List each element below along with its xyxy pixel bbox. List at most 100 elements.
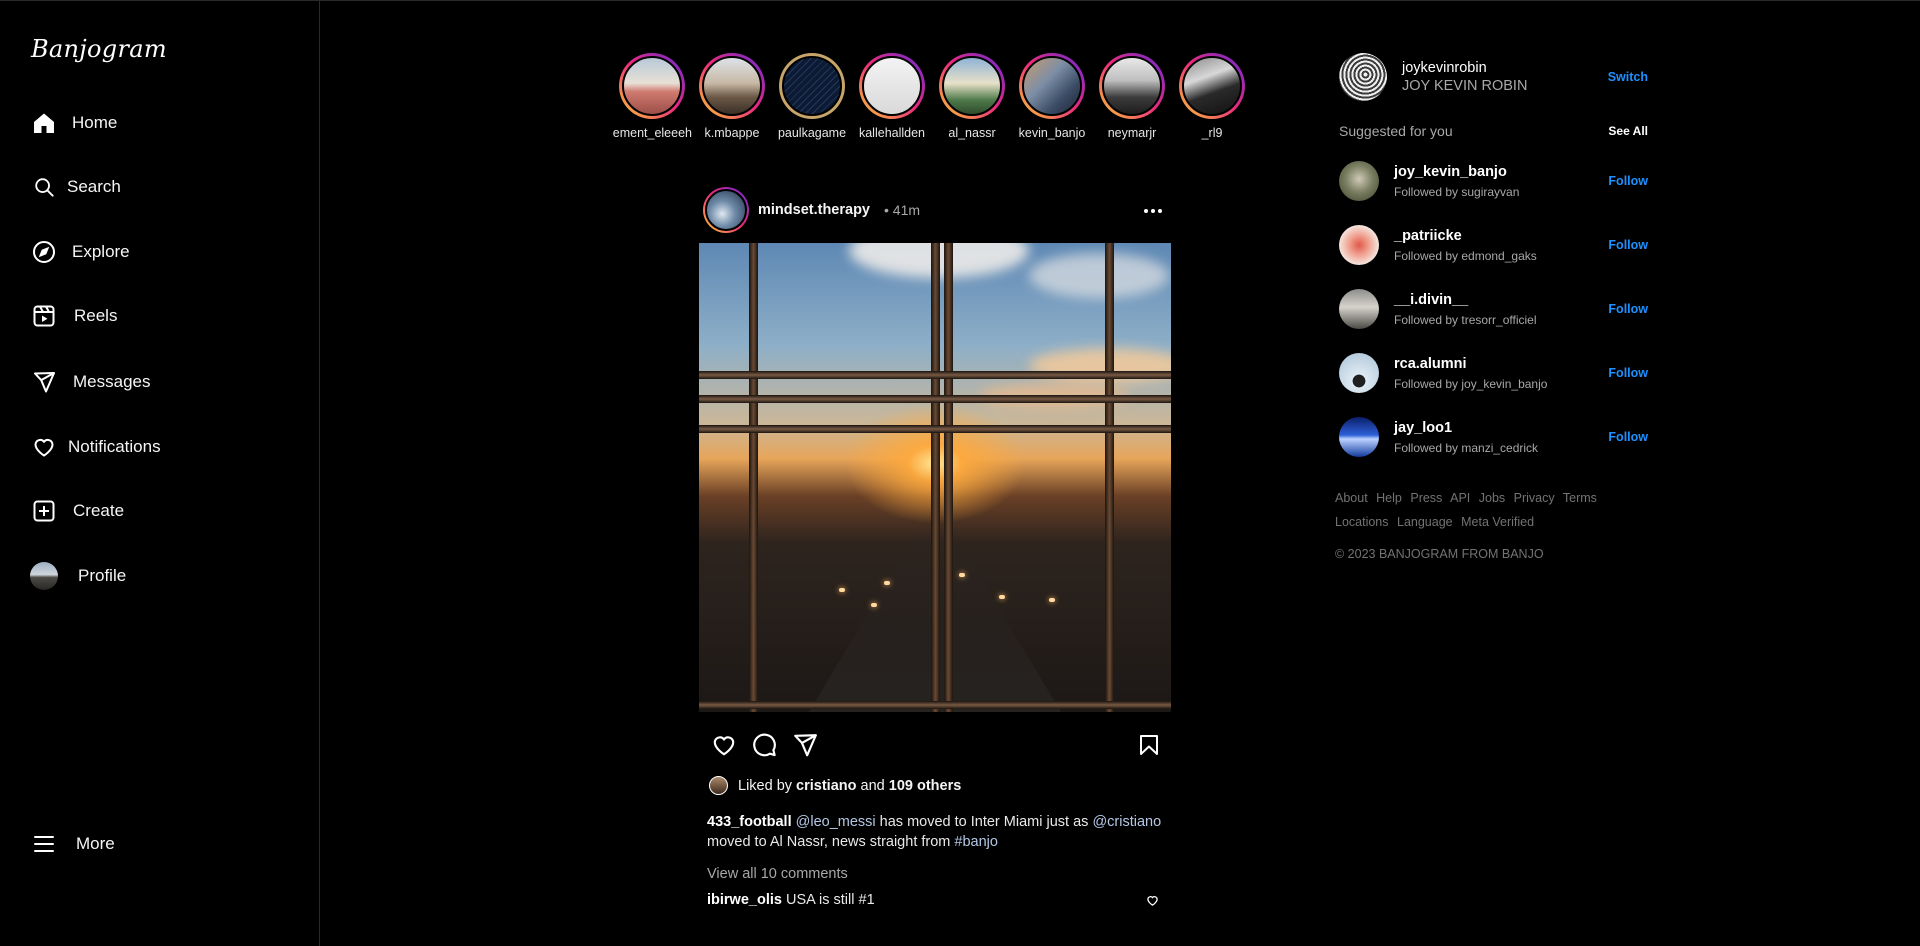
- nav-search[interactable]: Search: [30, 167, 121, 207]
- nav-create[interactable]: Create: [30, 491, 124, 531]
- story-item[interactable]: kallehallden: [852, 53, 932, 140]
- nav-reels[interactable]: Reels: [30, 296, 117, 336]
- nav-messages[interactable]: Messages: [30, 362, 150, 402]
- likes-summary[interactable]: Liked by cristiano and 109 others: [709, 776, 1171, 795]
- follow-button[interactable]: Follow: [1608, 238, 1648, 252]
- brand-logo[interactable]: Banjogram: [31, 35, 167, 63]
- switch-account-button[interactable]: Switch: [1608, 70, 1648, 84]
- nav-profile[interactable]: Profile: [30, 556, 126, 596]
- footer-links: About Help Press API Jobs Privacy Terms …: [1335, 486, 1645, 534]
- story-username: element_eleeeh: [612, 126, 692, 140]
- story-username: kevin_banjo: [1018, 126, 1086, 140]
- suggestion-username[interactable]: __i.divin__: [1394, 292, 1537, 308]
- footer-link[interactable]: Jobs: [1479, 491, 1505, 505]
- nav-explore[interactable]: Explore: [30, 232, 130, 272]
- footer-link[interactable]: Press: [1410, 491, 1442, 505]
- follow-button[interactable]: Follow: [1608, 366, 1648, 380]
- nav-notifications[interactable]: Notifications: [30, 427, 161, 467]
- sidebar: Banjogram Home Search Explore Reels Mess…: [0, 1, 320, 946]
- post-image[interactable]: [699, 243, 1171, 712]
- feed-post: mindset.therapy • 41m Liked by cristiano…: [699, 185, 1171, 906]
- comment-like-icon[interactable]: [1146, 894, 1159, 906]
- suggestion-row: joy_kevin_banjo Followed by sugirayvan F…: [1335, 149, 1655, 213]
- suggestions-header: Suggested for you See All: [1335, 122, 1655, 140]
- suggestion-followed-by: Followed by manzi_cedrick: [1394, 440, 1539, 455]
- story-item[interactable]: _rl9: [1172, 53, 1252, 140]
- footer-link[interactable]: API: [1450, 491, 1470, 505]
- home-icon: [30, 109, 58, 137]
- footer-link[interactable]: About: [1335, 491, 1368, 505]
- follow-button[interactable]: Follow: [1608, 174, 1648, 188]
- caption-mention[interactable]: @cristiano: [1092, 814, 1161, 830]
- comment-icon[interactable]: [751, 732, 777, 763]
- current-username[interactable]: joykevinrobin: [1402, 60, 1527, 76]
- view-comments-link[interactable]: View all 10 comments: [707, 866, 1163, 882]
- footer-link[interactable]: Terms: [1563, 491, 1597, 505]
- suggestion-row: rca.alumni Followed by joy_kevin_banjo F…: [1335, 341, 1655, 405]
- suggestion-username[interactable]: _patriicke: [1394, 228, 1537, 244]
- story-item[interactable]: element_eleeeh: [612, 53, 692, 140]
- like-icon[interactable]: [711, 732, 737, 763]
- suggestion-row: __i.divin__ Followed by tresorr_officiel…: [1335, 277, 1655, 341]
- post-header: mindset.therapy • 41m: [699, 185, 1171, 235]
- liked-others-count[interactable]: 109 others: [889, 778, 962, 794]
- bookmark-icon[interactable]: [1137, 732, 1161, 763]
- follow-button[interactable]: Follow: [1608, 430, 1648, 444]
- nav-home[interactable]: Home: [30, 103, 117, 143]
- footer-link[interactable]: Meta Verified: [1461, 515, 1534, 529]
- footer-link[interactable]: Help: [1376, 491, 1402, 505]
- suggestion-avatar[interactable]: [1339, 353, 1379, 393]
- liked-by-user[interactable]: cristiano: [796, 778, 856, 794]
- copyright: © 2023 BANJOGRAM FROM BANJO: [1335, 547, 1544, 561]
- footer-link[interactable]: Language: [1397, 515, 1453, 529]
- story-username: paulkagame: [777, 126, 847, 140]
- nav-messages-label: Messages: [73, 372, 151, 391]
- caption-mention[interactable]: @leo_messi: [796, 814, 876, 830]
- nav-search-label: Search: [67, 177, 121, 196]
- suggestion-followed-by: Followed by sugirayvan: [1394, 184, 1520, 199]
- post-username[interactable]: mindset.therapy: [758, 202, 870, 218]
- nav-more[interactable]: More: [30, 824, 115, 864]
- suggestion-username[interactable]: rca.alumni: [1394, 356, 1547, 372]
- suggestion-avatar[interactable]: [1339, 289, 1379, 329]
- suggestion-avatar[interactable]: [1339, 225, 1379, 265]
- see-all-button[interactable]: See All: [1608, 124, 1648, 138]
- post-actions: [699, 712, 1171, 776]
- suggestion-row: jay_loo1 Followed by manzi_cedrick Follo…: [1335, 405, 1655, 469]
- story-username: al_nassr: [948, 126, 996, 140]
- share-icon[interactable]: [792, 732, 818, 763]
- more-options-icon[interactable]: [1141, 199, 1165, 228]
- suggestions-title: Suggested for you: [1339, 123, 1453, 139]
- comment-username[interactable]: ibirwe_olis: [707, 892, 782, 906]
- current-user-avatar[interactable]: [1339, 53, 1387, 101]
- story-item[interactable]: al_nassr: [932, 53, 1012, 140]
- post-caption: 433_football @leo_messi has moved to Int…: [707, 812, 1163, 852]
- suggestion-followed-by: Followed by edmond_gaks: [1394, 248, 1537, 263]
- plus-square-icon: [30, 497, 58, 525]
- story-item[interactable]: neymarjr: [1092, 53, 1172, 140]
- story-item[interactable]: paulkagame: [772, 53, 852, 140]
- story-item[interactable]: k.mbappe: [692, 53, 772, 140]
- caption-hashtag[interactable]: #banjo: [954, 834, 998, 850]
- suggestion-avatar[interactable]: [1339, 417, 1379, 457]
- liker-avatar: [709, 776, 728, 795]
- suggestion-username[interactable]: joy_kevin_banjo: [1394, 164, 1519, 180]
- caption-username[interactable]: 433_football: [707, 814, 792, 830]
- follow-button[interactable]: Follow: [1608, 302, 1648, 316]
- story-item[interactable]: kevin_banjo: [1012, 53, 1092, 140]
- nav-more-label: More: [76, 834, 115, 853]
- menu-icon: [30, 830, 58, 858]
- footer-link[interactable]: Privacy: [1514, 491, 1555, 505]
- compass-icon: [30, 238, 58, 266]
- footer-link[interactable]: Locations: [1335, 515, 1389, 529]
- suggestion-followed-by: Followed by joy_kevin_banjo: [1394, 376, 1548, 391]
- comment-preview: ibirwe_olis USA is still #1: [707, 892, 1163, 906]
- current-user: joykevinrobin JOY KEVIN ROBIN Switch: [1335, 51, 1655, 103]
- post-avatar[interactable]: [703, 187, 749, 233]
- nav-notifications-label: Notifications: [68, 437, 161, 456]
- caption-text: has moved to Inter Miami just as: [879, 814, 1089, 830]
- profile-avatar: [30, 562, 58, 590]
- suggestion-username[interactable]: jay_loo1: [1394, 420, 1538, 436]
- nav-explore-label: Explore: [72, 242, 130, 261]
- suggestion-avatar[interactable]: [1339, 161, 1379, 201]
